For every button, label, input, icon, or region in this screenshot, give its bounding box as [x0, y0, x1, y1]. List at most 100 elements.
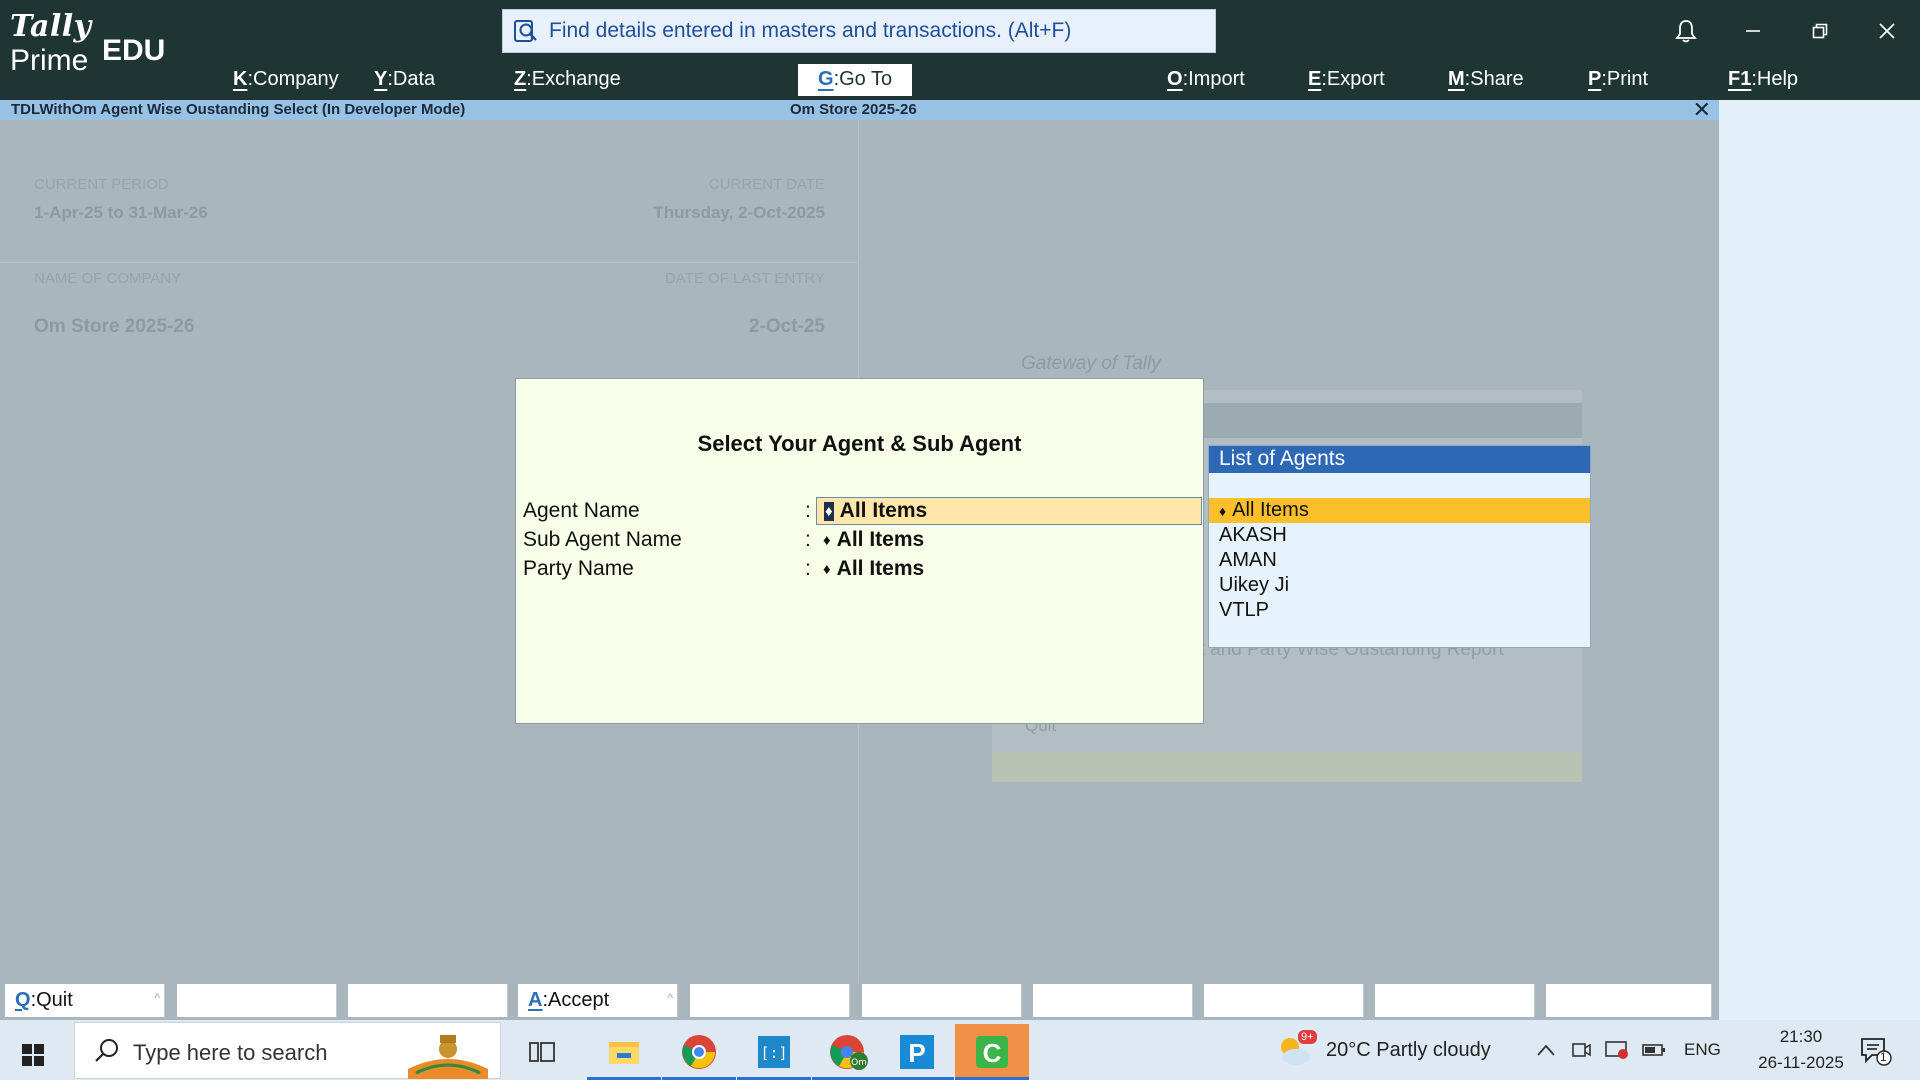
bullet-icon: ♦: [824, 501, 834, 521]
party-name-row: Party Name : ♦ All Items: [523, 555, 1203, 583]
show-hidden-icons[interactable]: [1536, 1020, 1556, 1080]
notifications-count: 1: [1880, 1050, 1887, 1064]
weather-widget[interactable]: 9+ 20°C Partly cloudy: [1276, 1020, 1491, 1080]
close-window-icon[interactable]: [1853, 16, 1920, 46]
party-name-label: Party Name: [523, 557, 634, 580]
notifications-icon[interactable]: 1: [1858, 1020, 1892, 1080]
bottom-slot-5: [690, 984, 850, 1017]
network-icon[interactable]: [1604, 1020, 1630, 1080]
search-icon: [514, 20, 537, 42]
taskbar-search[interactable]: Type here to search: [74, 1022, 501, 1079]
bottom-slot-3: [348, 984, 508, 1017]
taskbar-clock[interactable]: 21:30 26-11-2025: [1746, 1024, 1856, 1076]
search-placeholder: Find details entered in masters and tran…: [549, 19, 1072, 42]
tally-prime-taskbar-icon[interactable]: P: [880, 1024, 954, 1080]
weather-badge: 9+: [1298, 1030, 1317, 1044]
bullet-icon: ♦: [1219, 503, 1227, 519]
meet-now-icon[interactable]: [1570, 1020, 1592, 1080]
logo-edu: EDU: [102, 34, 166, 67]
taskbar-search-placeholder: Type here to search: [133, 1040, 328, 1065]
search-icon: [95, 1039, 118, 1062]
agent-item-vtlp[interactable]: VTLP: [1209, 598, 1590, 623]
menu-import[interactable]: O:Import: [1167, 68, 1245, 98]
agent-item-all-items[interactable]: ♦ All Items: [1209, 498, 1590, 523]
company-title: Om Store 2025-26: [790, 101, 917, 118]
party-name-value: All Items: [836, 557, 925, 580]
company-name-value: Om Store 2025-26: [34, 316, 195, 337]
accept-button[interactable]: A:Accept ^: [518, 984, 678, 1017]
quit-button[interactable]: Q:Quit ^: [5, 984, 165, 1017]
clock-time: 21:30: [1779, 1027, 1823, 1046]
logo-tally: Tally: [10, 9, 92, 44]
select-agent-dialog: Select Your Agent & Sub Agent Agent Name…: [515, 378, 1204, 724]
menu-go-to[interactable]: G:Go To: [798, 64, 913, 96]
right-button-panel: [1719, 100, 1920, 1020]
bottom-slot-6: [862, 984, 1022, 1017]
minimize-icon[interactable]: [1719, 16, 1786, 46]
current-date-label: CURRENT DATE: [708, 176, 825, 193]
menu-share[interactable]: M:Share: [1448, 68, 1524, 98]
agent-name-row: Agent Name : ♦ All Items: [523, 497, 1203, 525]
menu-print[interactable]: P:Print: [1588, 68, 1648, 98]
bullet-icon: ♦: [823, 560, 831, 578]
menu-help[interactable]: F1:Help: [1728, 68, 1798, 98]
task-view-icon[interactable]: [505, 1024, 579, 1080]
weather-text: 20°C Partly cloudy: [1326, 1038, 1491, 1061]
clock-date: 26-11-2025: [1758, 1053, 1844, 1072]
bottom-slot-10: [1546, 984, 1712, 1017]
bell-icon[interactable]: [1652, 16, 1719, 46]
bottom-slot-9: [1375, 984, 1535, 1017]
camtasia-icon[interactable]: C: [955, 1024, 1029, 1080]
code-editor-icon[interactable]: [:]: [737, 1024, 811, 1080]
battery-icon[interactable]: [1642, 1020, 1666, 1080]
restore-icon[interactable]: [1786, 16, 1853, 46]
global-search-box[interactable]: Find details entered in masters and tran…: [502, 9, 1216, 53]
language-indicator[interactable]: ENG: [1684, 1020, 1721, 1080]
last-entry-value: 2-Oct-25: [748, 316, 825, 337]
field-separator: :: [805, 528, 811, 551]
menu-exchange[interactable]: Z:Exchange: [514, 68, 621, 98]
agent-item-uikey-ji[interactable]: Uikey Ji: [1209, 573, 1590, 598]
field-separator: :: [805, 499, 811, 522]
report-title-bar: TDLWithOm Agent Wise Oustanding Select (…: [0, 97, 1719, 122]
windows-taskbar: Type here to search [:] Om P C 9+ 20°C P…: [0, 1020, 1920, 1080]
current-period-value: 1-Apr-25 to 31-Mar-26: [34, 203, 208, 222]
top-menu: K:Company Y:Data Z:Exchange G:Go To O:Im…: [0, 64, 1920, 98]
report-title: TDLWithOm Agent Wise Oustanding Select (…: [11, 101, 466, 118]
search-highlight-image: [408, 1035, 488, 1079]
svg-text:P: P: [908, 1038, 925, 1068]
menu-export[interactable]: E:Export: [1308, 68, 1385, 98]
svg-text:Om: Om: [851, 1058, 867, 1068]
list-of-agents: List of Agents ♦ All Items AKASH AMAN Uik…: [1208, 445, 1591, 648]
bottom-button-bar: Q:Quit ^ A:Accept ^: [0, 983, 1719, 1020]
info-divider: [0, 262, 858, 263]
agent-name-field[interactable]: ♦ All Items: [816, 497, 1202, 525]
party-name-field[interactable]: ♦ All Items: [816, 555, 1202, 583]
app-header: Tally Prime EDU Find details entered in …: [0, 0, 1920, 100]
gateway-footer-band: [992, 752, 1582, 782]
sub-agent-name-field[interactable]: ♦ All Items: [816, 526, 1202, 554]
bottom-slot-2: [177, 984, 337, 1017]
agent-item-akash[interactable]: AKASH: [1209, 523, 1590, 548]
current-date-value: Thursday, 2-Oct-2025: [653, 203, 825, 222]
gateway-title: Gateway of Tally: [1021, 353, 1161, 374]
chrome-icon[interactable]: [662, 1024, 736, 1080]
bottom-slot-8: [1204, 984, 1364, 1017]
bullet-icon: ♦: [823, 531, 831, 549]
sub-agent-name-row: Sub Agent Name : ♦ All Items: [523, 526, 1203, 554]
sub-agent-name-value: All Items: [836, 528, 925, 551]
agent-item-aman[interactable]: AMAN: [1209, 548, 1590, 573]
field-separator: :: [805, 557, 811, 580]
menu-data[interactable]: Y:Data: [374, 68, 435, 98]
bottom-slot-7: [1033, 984, 1193, 1017]
agent-name-value: All Items: [839, 499, 928, 522]
menu-company[interactable]: K:Company: [233, 68, 339, 98]
agent-name-label: Agent Name: [523, 499, 640, 522]
last-entry-label: DATE OF LAST ENTRY: [664, 270, 825, 287]
sub-agent-name-label: Sub Agent Name: [523, 528, 682, 551]
windows-start-icon[interactable]: [12, 1034, 54, 1076]
chrome-profile-icon[interactable]: Om: [812, 1024, 886, 1080]
file-explorer-icon[interactable]: [587, 1024, 661, 1080]
dialog-title: Select Your Agent & Sub Agent: [697, 431, 1022, 456]
